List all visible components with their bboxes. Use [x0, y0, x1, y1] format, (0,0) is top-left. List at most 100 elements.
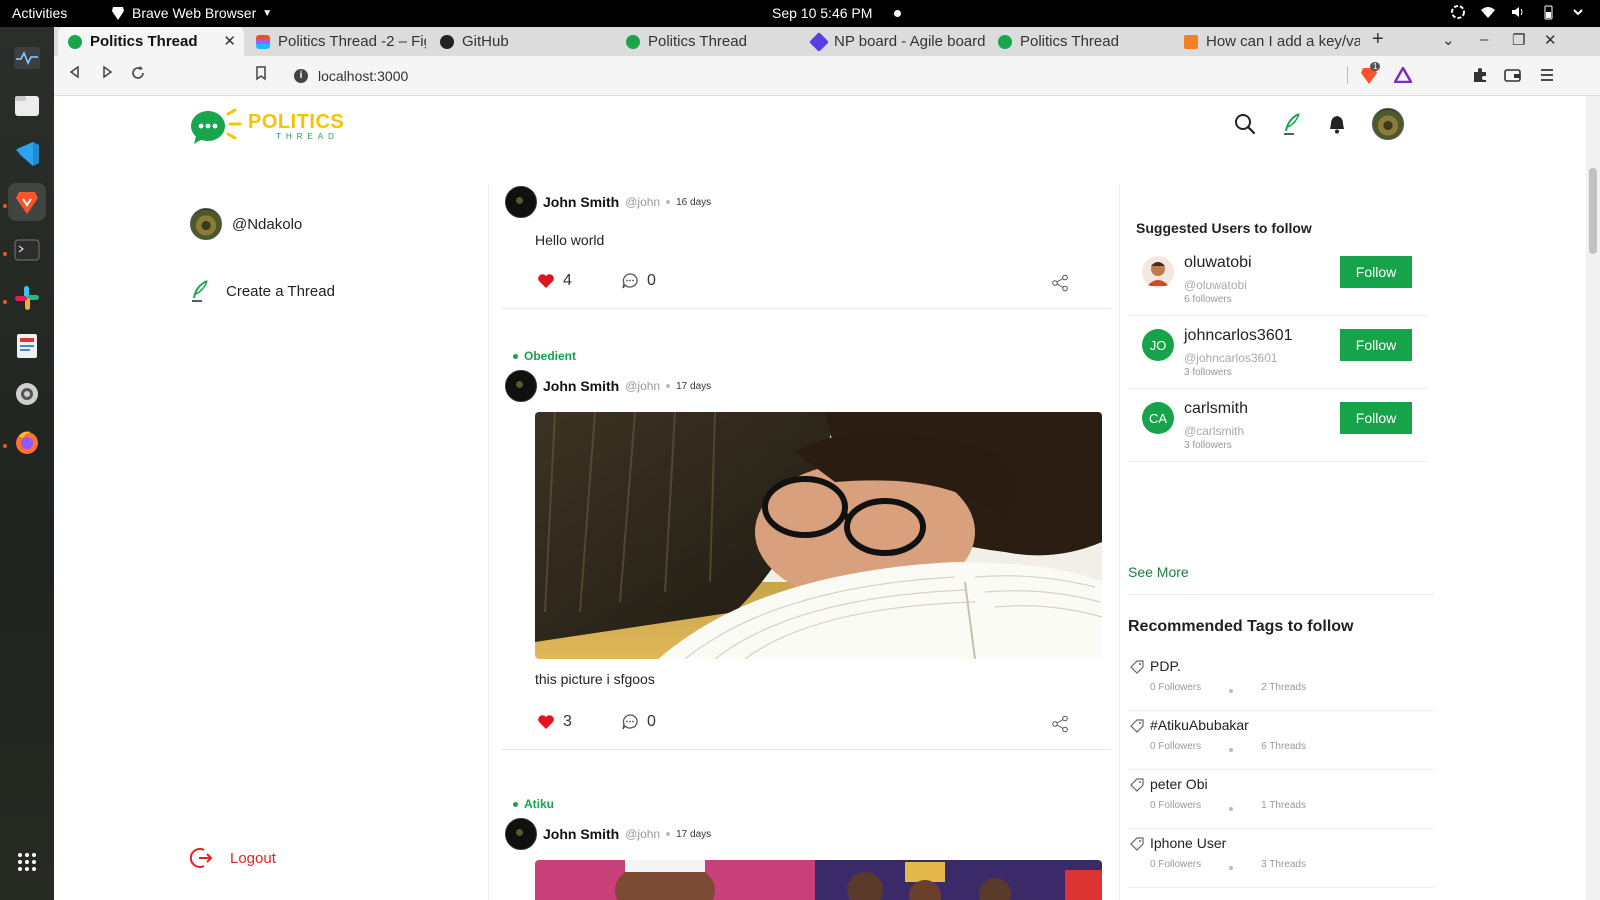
separator-dot	[1229, 806, 1234, 811]
tab-np-board[interactable]: NP board - Agile board	[802, 27, 986, 56]
dock-system-monitor[interactable]	[8, 39, 46, 77]
dock-vscode[interactable]	[8, 135, 46, 173]
battery-icon[interactable]	[1540, 4, 1556, 20]
tab-list-chevron-icon[interactable]: ⌄	[1442, 31, 1455, 49]
address-bar[interactable]: i localhost:3000	[282, 62, 1418, 90]
comment-button[interactable]: 0	[621, 713, 656, 731]
post-tag[interactable]: Atiku	[513, 796, 1111, 812]
clock[interactable]: Sep 10 5:46 PM	[772, 5, 872, 21]
dock-terminal[interactable]	[8, 231, 46, 269]
like-button[interactable]: 3	[537, 713, 572, 731]
sidebar-profile-link[interactable]: @Ndakolo	[190, 208, 302, 240]
files-folder-icon	[15, 96, 39, 116]
politics-thread-favicon	[626, 34, 640, 49]
slack-tray-icon[interactable]	[1450, 4, 1466, 20]
close-tab-icon[interactable]: ✕	[223, 32, 236, 50]
tab-politics-thread-2[interactable]: Politics Thread	[616, 27, 800, 56]
comment-button[interactable]: 0	[621, 272, 656, 290]
maximize-button[interactable]: ❐	[1512, 31, 1525, 49]
back-icon[interactable]	[68, 65, 82, 79]
create-thread-quill-icon[interactable]	[1282, 113, 1302, 135]
dock-brave[interactable]	[8, 183, 46, 221]
post-image-politicians[interactable]	[535, 860, 1102, 900]
share-icon[interactable]	[1051, 715, 1069, 733]
see-more-link[interactable]: See More	[1128, 564, 1189, 580]
tag-name[interactable]: peter Obi	[1150, 776, 1208, 792]
tag-name[interactable]: #AtikuAbubakar	[1150, 717, 1249, 733]
tab-politics-thread[interactable]: Politics Thread ✕	[58, 27, 244, 56]
forward-icon[interactable]	[100, 65, 114, 79]
follow-button[interactable]: Follow	[1340, 402, 1412, 434]
suggested-user-name[interactable]: carlsmith	[1184, 400, 1248, 418]
dock-settings[interactable]	[8, 375, 46, 413]
thread-post[interactable]: Atiku John Smith @john 17 days	[501, 796, 1111, 900]
app-menu[interactable]: Brave Web Browser ▼	[110, 5, 272, 21]
author-name[interactable]: John Smith	[543, 378, 619, 394]
suggested-user-item[interactable]: JO johncarlos3601 @johncarlos3601 3 foll…	[1128, 317, 1428, 389]
tab-stackoverflow[interactable]: How can I add a key/va	[1174, 27, 1360, 56]
notification-bell-icon[interactable]	[1328, 114, 1346, 134]
wifi-icon[interactable]	[1480, 4, 1496, 20]
post-text: Hello world	[535, 232, 605, 248]
author-name[interactable]: John Smith	[543, 194, 619, 210]
minimize-button[interactable]: –	[1480, 31, 1488, 48]
author-avatar[interactable]	[505, 818, 537, 850]
suggested-user-item[interactable]: CA carlsmith @carlsmith 3 followers Foll…	[1128, 390, 1428, 462]
tab-github[interactable]: GitHub	[430, 27, 614, 56]
settings-gear-icon	[16, 383, 38, 405]
extensions-puzzle-icon[interactable]	[1472, 67, 1488, 83]
tag-icon	[1130, 660, 1144, 674]
tab-label: Politics Thread	[90, 33, 198, 50]
thread-post[interactable]: Obedient John Smith @john 17 days this p…	[501, 348, 1111, 750]
system-tray[interactable]	[1450, 4, 1586, 20]
suggested-user-item[interactable]: oluwatobi @oluwatobi 6 followers Follow	[1128, 244, 1428, 316]
search-icon[interactable]	[1234, 113, 1256, 135]
post-tag[interactable]: Obedient	[513, 348, 1111, 364]
recommended-tag-item[interactable]: #AtikuAbubakar 0 Followers 6 Threads	[1128, 711, 1434, 770]
profile-avatar[interactable]	[1372, 108, 1404, 140]
recommended-tag-item[interactable]: Iphone User 0 Followers 3 Threads	[1128, 829, 1434, 888]
dock-firefox[interactable]	[8, 423, 46, 461]
volume-icon[interactable]	[1510, 4, 1526, 20]
author-name[interactable]: John Smith	[543, 826, 619, 842]
tab-figma[interactable]: Politics Thread -2 – Fig	[246, 27, 426, 56]
activities-button[interactable]: Activities	[12, 5, 67, 21]
page-scrollbar[interactable]	[1586, 96, 1600, 900]
author-avatar[interactable]	[505, 186, 537, 218]
dock-show-apps[interactable]	[8, 843, 46, 881]
tag-name[interactable]: PDP.	[1150, 658, 1181, 674]
menu-hamburger-icon[interactable]	[1540, 67, 1554, 83]
scrollbar-thumb[interactable]	[1589, 168, 1597, 254]
dock-slack[interactable]	[8, 279, 46, 317]
recommended-tag-item[interactable]: peter Obi 0 Followers 1 Threads	[1128, 770, 1434, 829]
tag-threads: 1 Threads	[1261, 800, 1306, 811]
site-info-icon[interactable]: i	[294, 69, 308, 83]
tab-politics-thread-3[interactable]: Politics Thread	[988, 27, 1172, 56]
brave-rewards-icon[interactable]	[1394, 67, 1412, 83]
post-image-sleeping-student[interactable]	[535, 412, 1102, 659]
brave-shields-button[interactable]: 1	[1360, 62, 1381, 91]
share-icon[interactable]	[1051, 274, 1069, 292]
close-window-button[interactable]: ✕	[1544, 31, 1557, 49]
thread-post[interactable]: John Smith @john 16 days Hello world 4 0	[501, 186, 1111, 309]
dock-files[interactable]	[8, 87, 46, 125]
tag-name[interactable]: Iphone User	[1150, 835, 1226, 851]
post-text: this picture i sfgoos	[535, 671, 655, 687]
power-menu-chevron-icon[interactable]	[1570, 4, 1586, 20]
follow-button[interactable]: Follow	[1340, 329, 1412, 361]
author-avatar[interactable]	[505, 370, 537, 402]
wallet-icon[interactable]	[1504, 67, 1522, 83]
new-tab-button[interactable]: +	[1372, 28, 1384, 51]
post-header: John Smith @john 16 days	[505, 186, 1111, 218]
dock-document-viewer[interactable]	[8, 327, 46, 365]
logout-button[interactable]: Logout	[190, 846, 276, 870]
follow-button[interactable]: Follow	[1340, 256, 1412, 288]
reload-icon[interactable]	[130, 65, 146, 81]
recommended-tag-item[interactable]: PDP. 0 Followers 2 Threads	[1128, 652, 1434, 711]
suggested-user-name[interactable]: oluwatobi	[1184, 254, 1252, 272]
site-logo[interactable]: POLITICS THREAD	[188, 106, 344, 146]
bookmark-icon[interactable]	[254, 65, 268, 81]
like-button[interactable]: 4	[537, 272, 572, 290]
suggested-user-name[interactable]: johncarlos3601	[1184, 327, 1293, 345]
sidebar-create-thread[interactable]: Create a Thread	[190, 280, 335, 302]
